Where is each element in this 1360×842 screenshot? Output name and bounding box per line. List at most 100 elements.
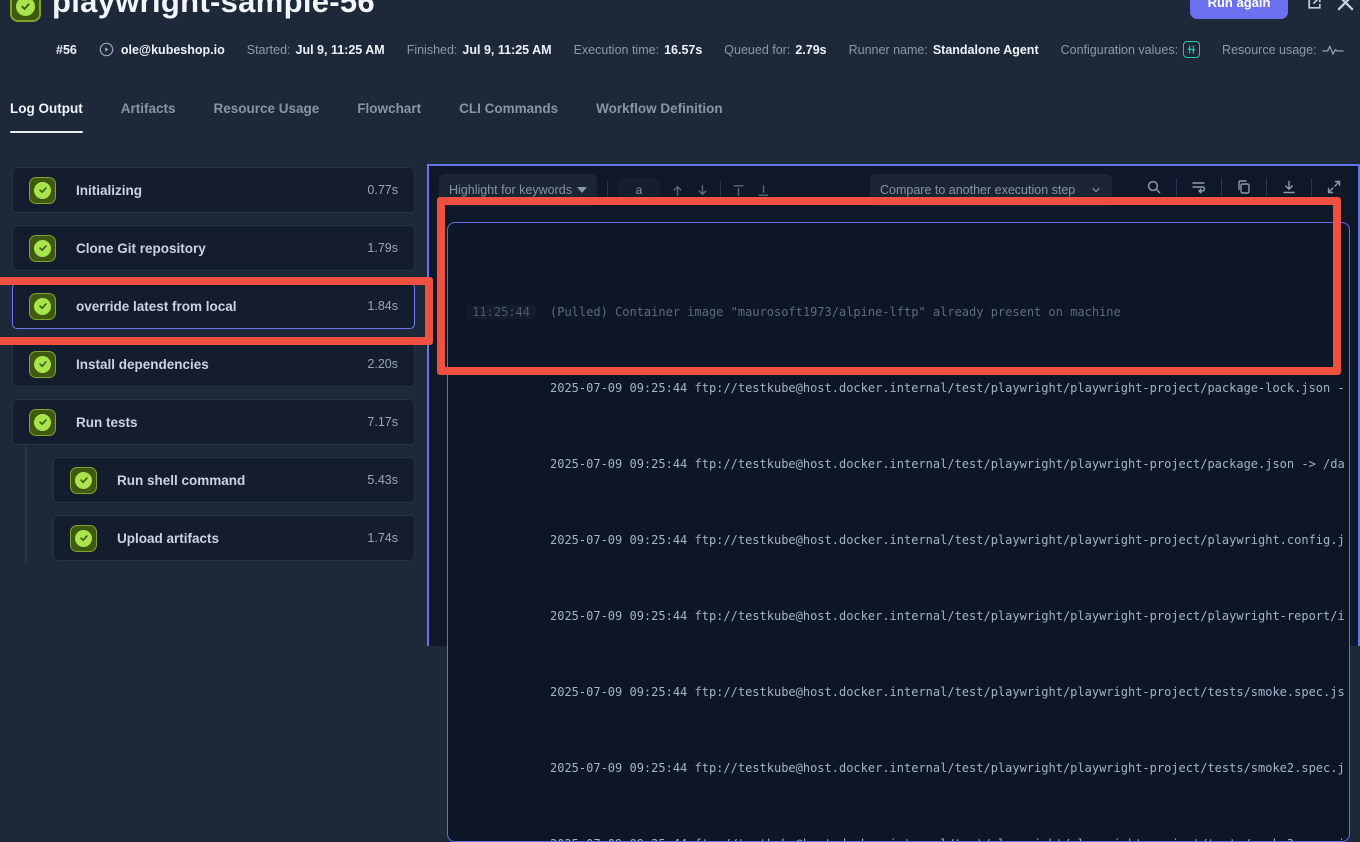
log-line: 2025-07-09 09:25:44 ftp://testkube@host.…	[448, 607, 1349, 626]
meta-value: Jul 9, 11:25 AM	[462, 43, 551, 57]
meta-label: Execution time:	[574, 43, 659, 57]
tab[interactable]: Log Output	[10, 101, 83, 133]
log-toolbar-left: Highlight for keywords a	[439, 174, 771, 206]
scroll-to-top-icon[interactable]	[731, 183, 746, 198]
sliders-icon[interactable]	[1183, 41, 1200, 58]
meta-label: Started:	[247, 43, 291, 57]
fullscreen-icon[interactable]	[1326, 179, 1342, 195]
previous-match-icon[interactable]	[670, 183, 685, 198]
tab[interactable]: Flowchart	[357, 101, 421, 133]
workflow-step-row[interactable]: Run shell command 5.43s	[53, 457, 415, 503]
step-passed-check-icon	[29, 293, 56, 320]
execution-status-check-icon	[10, 0, 41, 22]
scroll-to-bottom-icon[interactable]	[756, 183, 771, 198]
log-line-timestamp	[448, 379, 536, 398]
match-count-badge[interactable]: a	[618, 177, 660, 203]
copy-icon[interactable]	[1236, 179, 1252, 195]
log-line-text: 2025-07-09 09:25:44 ftp://testkube@host.…	[536, 531, 1345, 550]
log-content-box[interactable]: 11:25:44 (Pulled) Container image "mauro…	[447, 222, 1350, 842]
toolbar-divider	[1266, 178, 1267, 196]
run-again-button[interactable]: Run again	[1190, 0, 1288, 19]
log-line-timestamp	[448, 759, 536, 778]
configuration-values-label: Configuration values:	[1061, 43, 1178, 57]
triggered-by: ole@kubeshop.io	[99, 42, 225, 57]
external-link-icon[interactable]	[1306, 0, 1323, 11]
meta-pair: Queued for: 2.79s	[724, 43, 826, 57]
tab[interactable]: Artifacts	[121, 101, 176, 133]
meta-pairs: Started: Jul 9, 11:25 AM Finished: Jul 9, …	[247, 43, 1039, 57]
step-label: Install dependencies	[76, 357, 347, 372]
execution-number: #56	[56, 43, 77, 57]
meta-pair: Runner name: Standalone Agent	[849, 43, 1039, 57]
meta-pair: Started: Jul 9, 11:25 AM	[247, 43, 385, 57]
resource-usage: Resource usage:	[1222, 43, 1344, 57]
triggered-by-user: ole@kubeshop.io	[121, 43, 225, 57]
highlight-keywords-select[interactable]: Highlight for keywords	[439, 174, 597, 206]
meta-pair: Finished: Jul 9, 11:25 AM	[407, 43, 552, 57]
workflow-step-row[interactable]: Clone Git repository 1.79s	[12, 225, 415, 271]
toolbar-divider	[1176, 178, 1177, 196]
tab[interactable]: Workflow Definition	[596, 101, 723, 133]
step-duration: 1.74s	[367, 531, 398, 545]
execution-meta-row: #56 ole@kubeshop.io Started: Jul 9, 11:25…	[56, 41, 1344, 58]
detail-tabs: Log Output Artifacts Resource Usage Flow…	[10, 101, 723, 133]
log-line-text: 2025-07-09 09:25:44 ftp://testkube@host.…	[536, 607, 1345, 626]
log-line-timestamp: 11:25:44	[448, 303, 536, 322]
toolbar-divider	[607, 181, 608, 199]
step-duration: 0.77s	[367, 183, 398, 197]
chevron-down-icon	[577, 187, 587, 193]
toolbar-divider	[1311, 178, 1312, 196]
workflow-step-row[interactable]: Upload artifacts 1.74s	[53, 515, 415, 561]
workflow-steps-list: Initializing 0.77s Clone Git repository …	[12, 167, 415, 561]
workflow-step-row[interactable]: Run tests 7.17s	[12, 399, 415, 445]
log-line: 2025-07-09 09:25:44 ftp://testkube@host.…	[448, 759, 1349, 778]
tab[interactable]: CLI Commands	[459, 101, 558, 133]
tab[interactable]: Resource Usage	[214, 101, 320, 133]
log-line: 2025-07-09 09:25:44 ftp://testkube@host.…	[448, 379, 1349, 398]
log-line-text: 2025-07-09 09:25:44 ftp://testkube@host.…	[536, 455, 1345, 474]
log-line-timestamp	[448, 683, 536, 702]
compare-execution-select[interactable]: Compare to another execution step	[870, 174, 1112, 206]
meta-value: Jul 9, 11:25 AM	[296, 43, 385, 57]
step-label: Upload artifacts	[117, 531, 347, 546]
compare-execution-placeholder: Compare to another execution step	[880, 183, 1075, 197]
search-icon[interactable]	[1146, 179, 1162, 195]
next-match-icon[interactable]	[695, 183, 710, 198]
step-label: Clone Git repository	[76, 241, 347, 256]
log-line-text: 2025-07-09 09:25:44 ftp://testkube@host.…	[536, 835, 1345, 842]
toolbar-divider	[1221, 178, 1222, 196]
configuration-values: Configuration values:	[1061, 41, 1200, 58]
play-circle-icon	[99, 42, 114, 57]
meta-label: Runner name:	[849, 43, 928, 57]
step-label: override latest from local	[76, 299, 347, 314]
log-toolbar-actions	[1146, 178, 1342, 196]
meta-value: 16.57s	[664, 43, 702, 57]
log-line-timestamp	[448, 455, 536, 474]
log-line-text: 2025-07-09 09:25:44 ftp://testkube@host.…	[536, 759, 1345, 778]
download-icon[interactable]	[1281, 179, 1297, 195]
waveform-icon[interactable]	[1322, 43, 1344, 57]
log-line: 2025-07-09 09:25:44 ftp://testkube@host.…	[448, 531, 1349, 550]
workflow-step-row[interactable]: Install dependencies 2.20s	[12, 341, 415, 387]
log-line: 2025-07-09 09:25:44 ftp://testkube@host.…	[448, 835, 1349, 842]
step-passed-check-icon	[70, 525, 97, 552]
log-line: 2025-07-09 09:25:44 ftp://testkube@host.…	[448, 455, 1349, 474]
meta-value: 2.79s	[795, 43, 826, 57]
meta-value: Standalone Agent	[933, 43, 1039, 57]
log-lines: 11:25:44 (Pulled) Container image "mauro…	[448, 227, 1349, 842]
step-duration: 5.43s	[367, 473, 398, 487]
meta-pair: Execution time: 16.57s	[574, 43, 703, 57]
meta-label: Queued for:	[724, 43, 790, 57]
step-duration: 1.84s	[367, 299, 398, 313]
word-wrap-icon[interactable]	[1191, 179, 1207, 195]
resource-usage-label: Resource usage:	[1222, 43, 1317, 57]
step-duration: 7.17s	[367, 415, 398, 429]
log-line-text: (Pulled) Container image "maurosoft1973/…	[536, 303, 1121, 322]
step-label: Initializing	[76, 183, 347, 198]
step-label: Run shell command	[117, 473, 347, 488]
log-output-panel: Highlight for keywords a Compare to anot…	[427, 164, 1360, 646]
workflow-step-row[interactable]: override latest from local 1.84s	[12, 283, 415, 329]
close-icon[interactable]	[1335, 0, 1356, 13]
meta-label: Finished:	[407, 43, 458, 57]
workflow-step-row[interactable]: Initializing 0.77s	[12, 167, 415, 213]
